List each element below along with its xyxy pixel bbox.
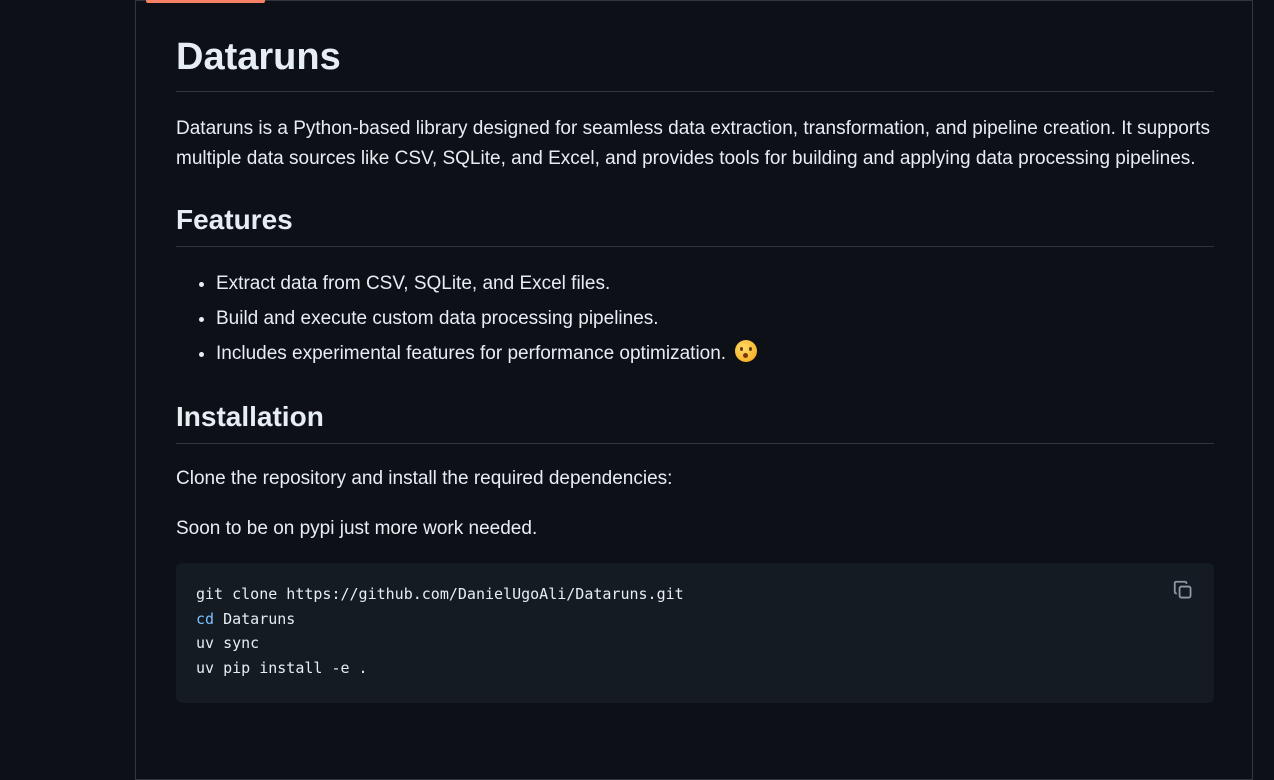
code-line-2-rest: Dataruns <box>214 609 296 628</box>
list-item-text: Extract data from CSV, SQLite, and Excel… <box>216 273 611 294</box>
markdown-body: Dataruns Dataruns is a Python-based libr… <box>176 36 1214 703</box>
intro-paragraph: Dataruns is a Python-based library desig… <box>176 118 1210 169</box>
clone-instructions: Clone the repository and install the req… <box>176 468 673 489</box>
features-list: Extract data from CSV, SQLite, and Excel… <box>176 269 1214 369</box>
list-item-text: Build and execute custom data processing… <box>216 308 659 329</box>
active-tab-indicator <box>146 0 265 3</box>
copy-icon <box>1173 580 1192 599</box>
list-item: Includes experimental features for perfo… <box>216 339 1214 369</box>
code-line-3: uv sync <box>196 634 260 653</box>
code-keyword-cd: cd <box>196 609 215 628</box>
list-item: Extract data from CSV, SQLite, and Excel… <box>216 269 1214 299</box>
install-code-block: git clone https://github.com/DanielUgoAl… <box>176 563 1214 703</box>
list-item-text: Includes experimental features for perfo… <box>216 343 727 364</box>
pypi-note: Soon to be on pypi just more work needed… <box>176 518 538 539</box>
readme-container: Dataruns Dataruns is a Python-based libr… <box>135 0 1253 780</box>
copy-button[interactable] <box>1172 579 1196 603</box>
features-heading: Features <box>176 200 1214 247</box>
code-content[interactable]: git clone https://github.com/DanielUgoAl… <box>196 582 1194 681</box>
hushed-face-emoji-icon <box>735 340 758 362</box>
code-line-4: uv pip install -e . <box>196 659 368 678</box>
list-item: Build and execute custom data processing… <box>216 304 1214 334</box>
installation-heading: Installation <box>176 397 1214 444</box>
code-line-1: git clone https://github.com/DanielUgoAl… <box>196 585 684 603</box>
readme-title: Dataruns <box>176 29 1214 92</box>
